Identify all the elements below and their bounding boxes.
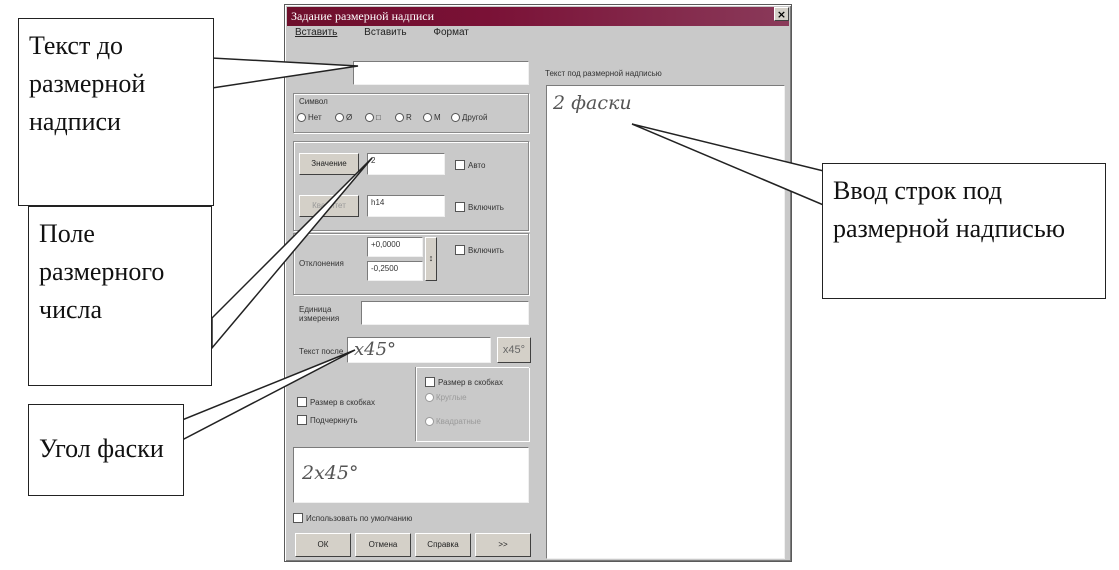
size-brackets-right-checkbox[interactable]: Размер в скобках [425,377,503,387]
more-button[interactable]: >> [475,533,531,557]
callout-lines-under: Ввод строк под размерной надписью [822,163,1106,299]
tolerance-label: Отклонения [299,259,344,268]
callout-dim-field: Поле размерного числа [28,206,212,386]
callout-text-before: Текст до размерной надписи [18,18,214,206]
text-after-value: x45° [354,339,397,360]
dimension-dialog: Задание размерной надписи × Вставить Вст… [284,4,792,562]
symbol-radio-radius[interactable]: R [395,113,412,122]
lines-under-label: Текст под размерной надписью [545,69,662,78]
lines-under-text: 2 фаски [553,92,632,114]
menu-bar: Вставить Вставить Формат [295,27,493,38]
menu-item-insert-2[interactable]: Вставить [364,27,406,38]
round-brackets-radio[interactable]: Круглые [425,393,467,402]
value-button[interactable]: Значение [299,153,359,175]
tolerance-swap-button[interactable]: ↕ [425,237,437,281]
close-button[interactable]: × [774,7,789,21]
value-field[interactable]: 2 [367,153,445,175]
help-button[interactable]: Справка [415,533,471,557]
underline-checkbox[interactable]: Подчеркнуть [297,415,358,425]
use-default-checkbox[interactable]: Использовать по умолчанию [293,513,412,523]
menu-item-format[interactable]: Формат [433,27,469,38]
text-after-label: Текст после [299,347,344,356]
qualitet-button[interactable]: Квалитет [299,195,359,217]
auto-checkbox[interactable]: Авто [455,160,485,170]
menu-item-insert-1[interactable]: Вставить [295,27,337,38]
symbol-radio-square[interactable]: □ [365,113,381,122]
ok-button[interactable]: ОК [295,533,351,557]
include-checkbox-2[interactable]: Включить [455,245,504,255]
qualitet-field[interactable]: h14 [367,195,445,217]
symbol-radio-diameter[interactable]: Ø [335,113,352,122]
symbol-group-label: Символ [299,97,328,106]
text-before-input[interactable] [353,61,529,85]
x45-button[interactable]: x45° [497,337,531,363]
square-brackets-radio[interactable]: Квадратные [425,417,481,426]
preview-box: 2x45° [293,447,529,503]
symbol-radio-m[interactable]: M [423,113,441,122]
text-after-field[interactable]: x45° [347,337,491,363]
dialog-title: Задание размерной надписи [287,7,789,26]
callout-chamfer-angle: Угол фаски [28,404,184,496]
size-brackets-checkbox[interactable]: Размер в скобках [297,397,375,407]
preview-text: 2x45° [302,462,359,484]
units-field[interactable] [361,301,529,325]
units-label: Единица измерения [299,305,340,323]
tolerance-upper-field[interactable]: +0,0000 [367,237,423,257]
include-checkbox-1[interactable]: Включить [455,202,504,212]
symbol-radio-none[interactable]: Нет [297,113,322,122]
cancel-button[interactable]: Отмена [355,533,411,557]
lines-under-textarea[interactable]: 2 фаски [546,85,785,559]
symbol-radio-other[interactable]: Другой [451,113,487,122]
tolerance-lower-field[interactable]: -0,2500 [367,261,423,281]
